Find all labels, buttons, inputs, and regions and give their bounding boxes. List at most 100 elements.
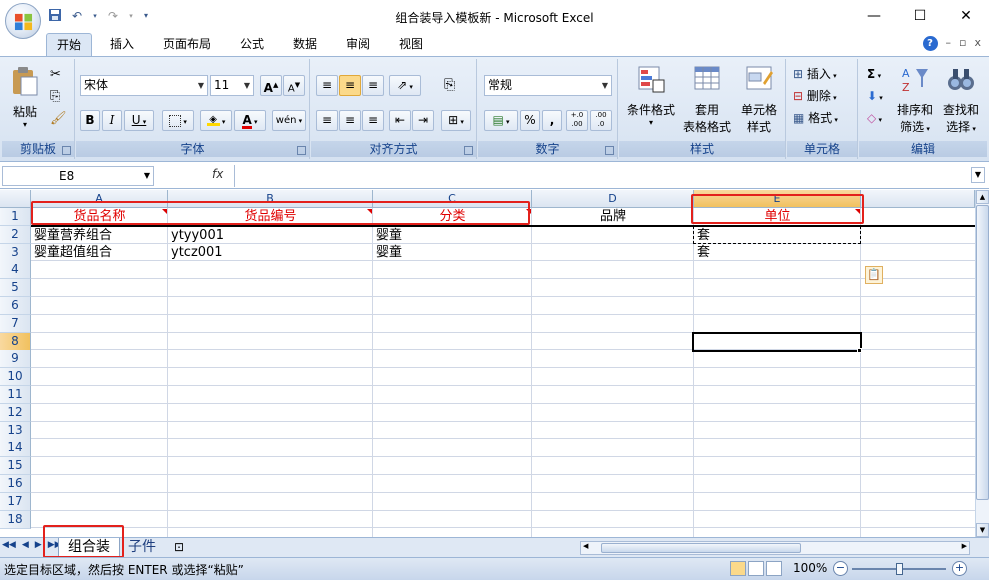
fill-handle[interactable] xyxy=(857,348,862,353)
fill-color-button[interactable]: ◈ ▾ xyxy=(200,110,232,131)
align-center-button[interactable]: ≡ xyxy=(339,110,361,131)
scroll-right-icon[interactable]: ▶ xyxy=(962,542,967,550)
horizontal-scrollbar[interactable]: ◀ ▶ xyxy=(580,541,970,555)
italic-button[interactable]: I xyxy=(102,110,122,131)
align-bottom-button[interactable]: ≡ xyxy=(362,75,384,96)
horizontal-scroll-thumb[interactable] xyxy=(601,543,801,553)
row-header[interactable]: 4 xyxy=(0,261,31,279)
row-header[interactable]: 7 xyxy=(0,315,31,333)
close-button[interactable]: ✕ xyxy=(943,0,989,32)
zoom-level[interactable]: 100% xyxy=(793,561,827,575)
align-left-button[interactable]: ≡ xyxy=(316,110,338,131)
row-header[interactable]: 14 xyxy=(0,439,31,457)
column-header-f[interactable] xyxy=(861,190,975,208)
font-launcher-icon[interactable] xyxy=(297,146,306,155)
phonetic-button[interactable]: wén ▾ xyxy=(272,110,306,131)
delete-cells-button[interactable]: ⊟ 删除 ▾ xyxy=(793,87,837,107)
prev-sheet-icon[interactable]: ◀ xyxy=(22,540,29,550)
office-button[interactable] xyxy=(5,3,41,39)
scroll-up-icon[interactable]: ▲ xyxy=(976,190,989,204)
clipboard-launcher-icon[interactable] xyxy=(62,146,71,155)
cell-b3[interactable]: ytcz001 xyxy=(171,244,223,261)
row-header[interactable]: 13 xyxy=(0,422,31,440)
row-header[interactable]: 8 xyxy=(0,333,31,351)
number-format-combo[interactable]: 常规 ▼ xyxy=(484,75,612,96)
row-header[interactable]: 5 xyxy=(0,279,31,297)
underline-button[interactable]: U ▾ xyxy=(124,110,154,131)
vertical-scroll-thumb[interactable] xyxy=(976,205,989,500)
tab-insert[interactable]: 插入 xyxy=(100,33,144,56)
insert-sheet-icon[interactable]: ⊡ xyxy=(167,538,191,557)
row-header[interactable]: 17 xyxy=(0,493,31,511)
select-all-corner[interactable] xyxy=(0,190,31,208)
next-sheet-icon[interactable]: ▶ xyxy=(35,540,42,550)
merge-center-button[interactable]: ⊞ ▾ xyxy=(441,110,471,131)
alignment-launcher-icon[interactable] xyxy=(464,146,473,155)
decrease-indent-button[interactable]: ⇤ xyxy=(389,110,411,131)
row-header[interactable]: 15 xyxy=(0,457,31,475)
first-sheet-icon[interactable]: ◀◀ xyxy=(2,540,16,550)
formula-input[interactable] xyxy=(234,165,970,187)
number-launcher-icon[interactable] xyxy=(605,146,614,155)
tab-view[interactable]: 视图 xyxy=(389,33,433,56)
row-header[interactable]: 2 xyxy=(0,226,31,244)
increase-indent-button[interactable]: ⇥ xyxy=(412,110,434,131)
align-middle-button[interactable]: ≡ xyxy=(339,75,361,96)
scroll-left-icon[interactable]: ◀ xyxy=(583,542,588,550)
borders-button[interactable]: ▾ xyxy=(162,110,194,131)
format-cells-button[interactable]: ▦ 格式 ▾ xyxy=(793,109,838,129)
cut-icon[interactable]: ✂ xyxy=(50,67,61,82)
autosum-button[interactable]: Σ ▾ xyxy=(867,65,881,85)
align-top-button[interactable]: ≡ xyxy=(316,75,338,96)
align-right-button[interactable]: ≡ xyxy=(362,110,384,131)
copy-icon[interactable]: ⎘ xyxy=(50,89,60,104)
row-header[interactable]: 10 xyxy=(0,368,31,386)
zoom-out-icon[interactable]: − xyxy=(833,561,848,576)
column-header-d[interactable]: D xyxy=(532,190,694,208)
tab-review[interactable]: 审阅 xyxy=(336,33,380,56)
percent-button[interactable]: % xyxy=(520,110,540,131)
format-as-table-button[interactable]: 套用 表格格式 xyxy=(677,63,737,136)
ribbon-restore-button[interactable]: ▫ xyxy=(959,36,966,51)
paste-button[interactable]: 粘贴 ▾ xyxy=(6,65,44,129)
comma-button[interactable]: , xyxy=(542,110,562,131)
grow-font-button[interactable]: A▲ xyxy=(260,75,282,96)
worksheet-grid[interactable]: A B C D E 1 2 3 4 5 6 7 8 9 10 11 12 13 14 15 16 17 18 货品… xyxy=(0,190,975,537)
font-color-button[interactable]: A ▾ xyxy=(234,110,266,131)
bold-button[interactable]: B xyxy=(80,110,100,131)
scroll-down-icon[interactable]: ▼ xyxy=(976,523,989,537)
name-box[interactable]: E8 ▼ xyxy=(2,166,154,186)
cell-a2[interactable]: 婴童营养组合 xyxy=(34,227,112,244)
cell-e3[interactable]: 套 xyxy=(697,244,710,261)
minimize-button[interactable]: — xyxy=(851,0,897,32)
active-cell-e8[interactable] xyxy=(692,332,862,352)
insert-cells-button[interactable]: ⊞ 插入 ▾ xyxy=(793,65,837,85)
cell-a3[interactable]: 婴童超值组合 xyxy=(34,244,112,261)
row-header[interactable]: 3 xyxy=(0,244,31,262)
increase-decimal-button[interactable]: +.0 .00 xyxy=(566,110,588,131)
tab-data[interactable]: 数据 xyxy=(283,33,327,56)
normal-view-icon[interactable] xyxy=(730,561,746,576)
row-header[interactable]: 12 xyxy=(0,404,31,422)
help-icon[interactable]: ? xyxy=(922,36,938,51)
find-select-button[interactable]: 查找和 选择 ▾ xyxy=(939,63,983,138)
cell-c3[interactable]: 婴童 xyxy=(376,244,402,261)
tab-page-layout[interactable]: 页面布局 xyxy=(155,33,219,56)
tab-home[interactable]: 开始 xyxy=(46,33,92,56)
sheet-tab[interactable]: 子件 xyxy=(122,538,162,557)
cell-b2[interactable]: ytyy001 xyxy=(171,227,224,244)
cell-c2[interactable]: 婴童 xyxy=(376,227,402,244)
font-name-combo[interactable]: 宋体 ▼ xyxy=(80,75,208,96)
decrease-decimal-button[interactable]: .00 .0 xyxy=(590,110,612,131)
row-header[interactable]: 6 xyxy=(0,297,31,315)
zoom-in-icon[interactable]: + xyxy=(952,561,967,576)
tab-formulas[interactable]: 公式 xyxy=(230,33,274,56)
ribbon-close-button[interactable]: x xyxy=(974,36,981,51)
fx-icon[interactable]: fx xyxy=(212,167,223,181)
row-header[interactable]: 16 xyxy=(0,475,31,493)
orientation-button[interactable]: ⇗ ▾ xyxy=(389,75,421,96)
cell-d1[interactable]: 品牌 xyxy=(532,208,694,225)
accounting-format-button[interactable]: ▤ ▾ xyxy=(484,110,518,131)
fill-button[interactable]: ⬇ ▾ xyxy=(867,87,883,107)
shrink-font-button[interactable]: A▼ xyxy=(283,75,305,96)
